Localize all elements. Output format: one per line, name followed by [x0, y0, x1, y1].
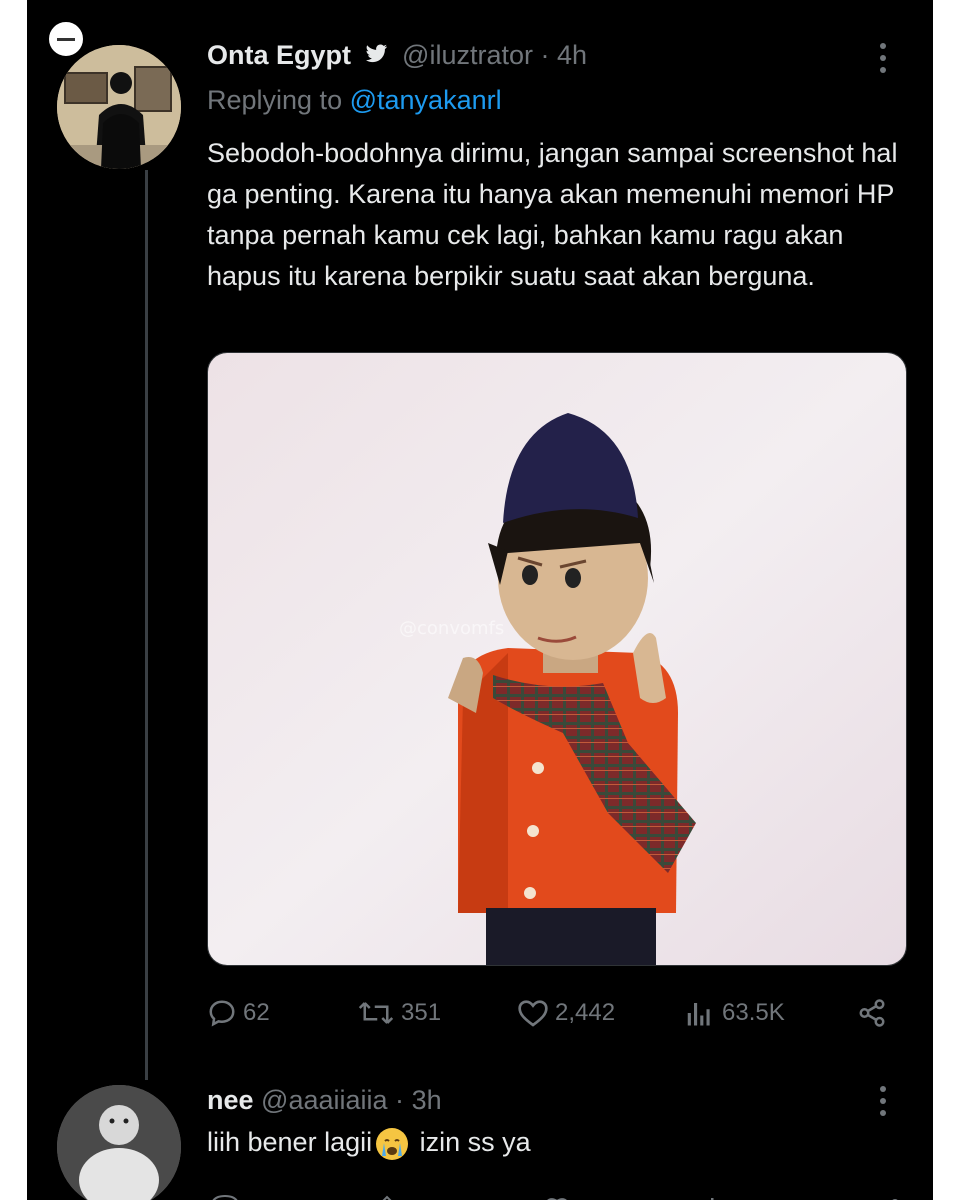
- tweet-header: Onta Egypt @iluztrator · 4h: [207, 40, 587, 72]
- views-action[interactable]: 63.5K: [682, 993, 785, 1033]
- like-count: 2,442: [555, 999, 616, 1026]
- share-icon: [859, 999, 885, 1027]
- share-action[interactable]: [855, 993, 895, 1033]
- app-badge-icon: [47, 20, 85, 58]
- snowman-photo: [57, 1085, 181, 1200]
- reply-author-avatar[interactable]: [57, 1085, 181, 1200]
- like-icon: [518, 1000, 548, 1027]
- avatar-photo: [57, 45, 181, 169]
- views-icon: [687, 1003, 710, 1026]
- author-handle[interactable]: @iluztrator: [402, 40, 533, 70]
- reply-action[interactable]: 62: [207, 993, 270, 1033]
- verified-icon: [365, 41, 389, 72]
- tweet-time[interactable]: 4h: [557, 40, 587, 70]
- reply-author-name[interactable]: nee: [207, 1085, 254, 1115]
- reply-text-part-2: izin ss ya: [419, 1127, 531, 1157]
- reply-count: 62: [243, 999, 270, 1026]
- replying-mention-link[interactable]: @tanyakanrl: [350, 85, 502, 115]
- crying-emoji-icon: [376, 1127, 409, 1160]
- tweet-media-image[interactable]: [207, 352, 907, 966]
- media-watermark: @convomfs: [399, 618, 505, 639]
- more-icon[interactable]: [877, 40, 889, 76]
- tweet-text: Sebodoh-bodohnya dirimu, jangan sampai s…: [207, 138, 898, 291]
- reply-separator-dot: ·: [395, 1085, 405, 1115]
- like-action[interactable]: 2,442: [517, 993, 615, 1033]
- reply-author-handle[interactable]: @aaaiiaiia: [261, 1085, 387, 1115]
- reply-time[interactable]: 3h: [412, 1085, 442, 1115]
- reply-icon-partial: [212, 1194, 238, 1200]
- replying-prefix: Replying to: [207, 85, 343, 115]
- author-avatar[interactable]: [57, 45, 181, 169]
- replying-to-line: Replying to @tanyakanrl: [207, 85, 502, 116]
- reply-text: liih bener lagii izin ss ya: [207, 1127, 531, 1160]
- reply-more-icon[interactable]: [877, 1083, 889, 1119]
- puppet-photo: [208, 353, 906, 965]
- thread-connector-line: [145, 170, 148, 1080]
- retweet-action[interactable]: 351: [357, 993, 441, 1033]
- views-count: 63.5K: [722, 999, 785, 1026]
- author-name[interactable]: Onta Egypt: [207, 40, 351, 70]
- reply-text-part-1: liih bener lagii: [207, 1127, 373, 1157]
- retweet-icon: [358, 1002, 394, 1024]
- tweet-actions-bar: 62 351 2,442 63.5K: [207, 993, 907, 1033]
- reply-actions-bar-partial: [207, 1188, 907, 1200]
- reply-header: nee @aaaiiaiia · 3h: [207, 1085, 442, 1116]
- retweet-count: 351: [401, 999, 442, 1026]
- tweet-thread-frame: Onta Egypt @iluztrator · 4h Replying to …: [27, 0, 933, 1200]
- reply-icon: [209, 1000, 235, 1027]
- separator-dot: ·: [540, 40, 550, 70]
